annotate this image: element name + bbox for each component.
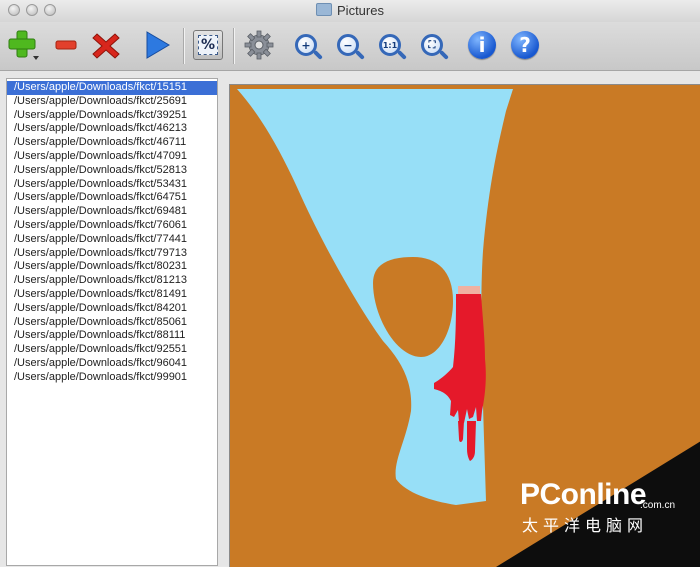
zoom-actual-button[interactable]: 1:1 [373,28,407,62]
gear-icon [244,30,274,60]
toolbar-separator [183,28,185,64]
zoom-in-icon: + [295,34,317,56]
play-icon [146,31,170,59]
help-icon: ? [511,31,539,59]
folder-icon [316,3,333,16]
play-button[interactable] [140,28,174,62]
info-icon: i [468,31,496,59]
app-window: Pictures % + − 1:1 ⛶ i ? /Users/apple/Do… [0,0,700,567]
file-list-item[interactable]: /Users/apple/Downloads/fkct/15151 [7,81,217,95]
file-list-item[interactable]: /Users/apple/Downloads/fkct/77441 [7,233,217,247]
window-title-group: Pictures [0,3,700,18]
file-list-item[interactable]: /Users/apple/Downloads/fkct/46213 [7,122,217,136]
file-list-item[interactable]: /Users/apple/Downloads/fkct/53431 [7,178,217,192]
file-list-item[interactable]: /Users/apple/Downloads/fkct/96041 [7,357,217,371]
file-list-item[interactable]: /Users/apple/Downloads/fkct/52813 [7,164,217,178]
file-list-item[interactable]: /Users/apple/Downloads/fkct/47091 [7,150,217,164]
remove-button[interactable] [49,28,83,62]
window-title: Pictures [337,3,384,18]
file-list-item[interactable]: /Users/apple/Downloads/fkct/88111 [7,329,217,343]
file-list-item[interactable]: /Users/apple/Downloads/fkct/81213 [7,274,217,288]
zoom-out-button[interactable]: − [331,28,365,62]
zoom-actual-icon: 1:1 [379,34,401,56]
info-button[interactable]: i [465,28,499,62]
help-button[interactable]: ? [508,28,542,62]
file-list-item[interactable]: /Users/apple/Downloads/fkct/46711 [7,136,217,150]
zoom-out-icon: − [337,34,359,56]
file-list-item[interactable]: /Users/apple/Downloads/fkct/79713 [7,247,217,261]
watermark-brand: PConline [520,478,647,511]
zoom-fit-button[interactable]: ⛶ [415,28,449,62]
watermark-domain: .com.cn [640,500,676,511]
file-list-item[interactable]: /Users/apple/Downloads/fkct/76061 [7,219,217,233]
plus-icon [8,30,39,60]
file-list-item[interactable]: /Users/apple/Downloads/fkct/64751 [7,191,217,205]
delete-button[interactable] [89,28,123,62]
file-list-item[interactable]: /Users/apple/Downloads/fkct/80231 [7,260,217,274]
file-list-item[interactable]: /Users/apple/Downloads/fkct/81491 [7,288,217,302]
settings-button[interactable] [242,28,276,62]
toolbar: % + − 1:1 ⛶ i ? [0,22,700,71]
file-list-item[interactable]: /Users/apple/Downloads/fkct/99901 [7,371,217,385]
title-bar: Pictures [0,0,700,23]
file-list[interactable]: /Users/apple/Downloads/fkct/15151/Users/… [6,78,218,566]
file-list-item[interactable]: /Users/apple/Downloads/fkct/69481 [7,205,217,219]
file-list-item[interactable]: /Users/apple/Downloads/fkct/39251 [7,109,217,123]
zoom-fit-icon: ⛶ [421,34,443,56]
x-icon [92,33,120,59]
fit-percent-button[interactable]: % [191,28,225,62]
file-list-item[interactable]: /Users/apple/Downloads/fkct/25691 [7,95,217,109]
file-list-item[interactable]: /Users/apple/Downloads/fkct/84201 [7,302,217,316]
minus-icon [55,40,77,50]
file-list-rows: /Users/apple/Downloads/fkct/15151/Users/… [7,81,217,385]
file-list-item[interactable]: /Users/apple/Downloads/fkct/85061 [7,316,217,330]
percent-icon: % [193,30,223,60]
toolbar-separator [233,28,235,64]
watermark-chinese-text: 太平洋电脑网 [522,518,649,535]
add-button[interactable] [6,28,40,62]
file-list-item[interactable]: /Users/apple/Downloads/fkct/92551 [7,343,217,357]
zoom-in-button[interactable]: + [289,28,323,62]
